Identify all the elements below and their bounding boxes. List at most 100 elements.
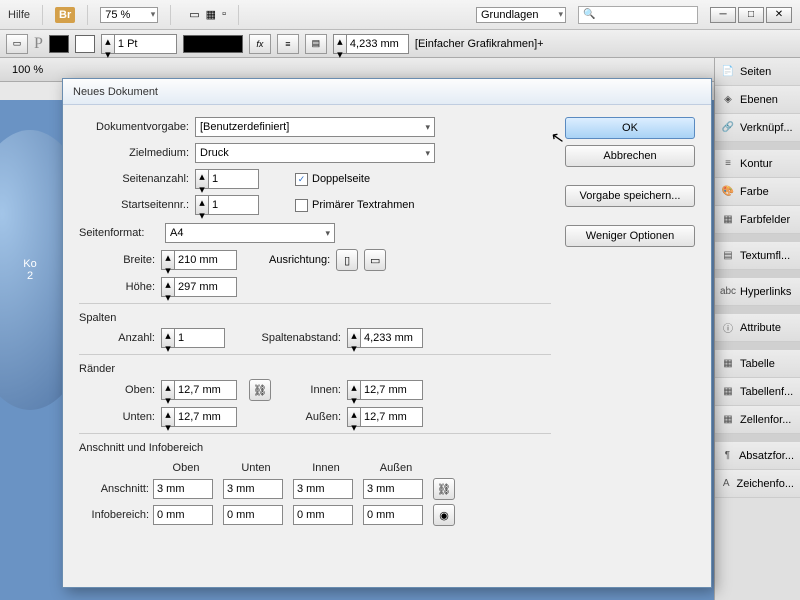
link-margins-icon[interactable]: ⛓: [249, 379, 271, 401]
preset-label: Dokumentvorgabe:: [79, 121, 189, 133]
pagesize-dropdown[interactable]: A4: [165, 223, 335, 243]
panel-label: Zeichenfo...: [737, 478, 794, 490]
panel-icon: 🎨: [721, 185, 735, 199]
panel-label: Ebenen: [740, 94, 778, 106]
panel-hyperlinks[interactable]: abcHyperlinks: [715, 278, 800, 306]
orientation-label: Ausrichtung:: [269, 254, 330, 266]
panel-farbfelder[interactable]: ▦Farbfelder: [715, 206, 800, 234]
panel-icon: ⓘ: [721, 321, 735, 335]
margins-header: Ränder: [79, 363, 551, 375]
gutter-label: Spaltenabstand:: [251, 332, 341, 344]
col-bot: Unten: [223, 462, 289, 474]
selection-icon[interactable]: ▭: [6, 34, 28, 54]
panel-icon: 📄: [721, 65, 735, 79]
width-label: Breite:: [97, 254, 155, 266]
bleed-bot[interactable]: [223, 479, 283, 499]
fill-swatch[interactable]: [49, 35, 69, 53]
ok-button[interactable]: OK: [565, 117, 695, 139]
help-menu[interactable]: Hilfe: [8, 9, 30, 21]
m-top-field[interactable]: ▴▾: [161, 380, 237, 400]
stroke-style[interactable]: [183, 35, 243, 53]
bleed-in[interactable]: [293, 479, 353, 499]
panel-textumfl[interactable]: ▤Textumfl...: [715, 242, 800, 270]
link-slug-icon[interactable]: ◉: [433, 504, 455, 526]
intent-dropdown[interactable]: Druck: [195, 143, 435, 163]
panel-kontur[interactable]: ≡Kontur: [715, 150, 800, 178]
panel-attribute[interactable]: ⓘ Attribute: [715, 314, 800, 342]
panel-icon: ▦: [721, 413, 735, 427]
m-out-field[interactable]: ▴▾: [347, 407, 423, 427]
save-preset-button[interactable]: Vorgabe speichern...: [565, 185, 695, 207]
measure-field[interactable]: ▴▾: [333, 34, 409, 54]
col-out: Außen: [363, 462, 429, 474]
bridge-button[interactable]: Br: [55, 7, 75, 23]
height-field[interactable]: ▴▾: [161, 277, 237, 297]
bleed-out[interactable]: [363, 479, 423, 499]
preset-dropdown[interactable]: [Benutzerdefiniert]: [195, 117, 435, 137]
cancel-button[interactable]: Abbrechen: [565, 145, 695, 167]
panel-farbe[interactable]: 🎨 Farbe: [715, 178, 800, 206]
bleed-label: Anschnitt:: [83, 478, 149, 500]
panel-icon: ▦: [721, 385, 735, 399]
panel-verknpf[interactable]: 🔗Verknüpf...: [715, 114, 800, 142]
panel-icon: A: [721, 477, 732, 491]
panel-icon: ▤: [721, 249, 735, 263]
link-bleed-icon[interactable]: ⛓: [433, 478, 455, 500]
pagesize-label: Seitenformat:: [79, 227, 159, 239]
screen-icon[interactable]: ▦: [206, 8, 216, 21]
fewer-options-button[interactable]: Weniger Optionen: [565, 225, 695, 247]
workspace-dropdown[interactable]: Grundlagen: [476, 7, 566, 23]
panel-tabellenf[interactable]: ▦Tabellenf...: [715, 378, 800, 406]
stroke-weight[interactable]: ▴▾: [101, 34, 177, 54]
cols-n-field[interactable]: ▴▾: [161, 328, 225, 348]
panel-tabelle[interactable]: ▦Tabelle: [715, 350, 800, 378]
view-icon[interactable]: ▭: [189, 8, 199, 21]
m-top-label: Oben:: [97, 384, 155, 396]
slug-label: Infobereich:: [83, 504, 149, 526]
m-bot-field[interactable]: ▴▾: [161, 407, 237, 427]
primary-checkbox[interactable]: Primärer Textrahmen: [295, 199, 415, 212]
pct-dropdown[interactable]: 100 %: [12, 64, 70, 76]
start-field[interactable]: ▴▾: [195, 195, 259, 215]
close-button[interactable]: ✕: [766, 7, 792, 23]
menubar: Hilfe Br 75 % ▭ ▦ ▫ Grundlagen ─ □ ✕: [0, 0, 800, 30]
slug-out[interactable]: [363, 505, 423, 525]
m-out-label: Außen:: [283, 411, 341, 423]
wrap2-icon[interactable]: ▤: [305, 34, 327, 54]
slug-in[interactable]: [293, 505, 353, 525]
slug-bot[interactable]: [223, 505, 283, 525]
fx-icon[interactable]: fx: [249, 34, 271, 54]
panel-icon: ◈: [721, 93, 735, 107]
maximize-button[interactable]: □: [738, 7, 764, 23]
panel-ebenen[interactable]: ◈ Ebenen: [715, 86, 800, 114]
m-bot-label: Unten:: [97, 411, 155, 423]
panel-label: Farbe: [740, 186, 769, 198]
slug-top[interactable]: [153, 505, 213, 525]
portrait-icon[interactable]: ▯: [336, 249, 358, 271]
frame-style-dropdown[interactable]: [Einfacher Grafikrahmen]+: [415, 38, 575, 50]
arrange-icon[interactable]: ▫: [222, 8, 226, 21]
panel-icon: ≡: [721, 157, 735, 171]
wrap-icon[interactable]: ≡: [277, 34, 299, 54]
panel-absatzfor[interactable]: ¶Absatzfor...: [715, 442, 800, 470]
pages-field[interactable]: ▴▾: [195, 169, 259, 189]
panel-label: Zellenfor...: [740, 414, 791, 426]
facing-checkbox[interactable]: ✓Doppelseite: [295, 173, 370, 186]
panel-zellenfor[interactable]: ▦ Zellenfor...: [715, 406, 800, 434]
panel-icon: ¶: [721, 449, 734, 463]
panel-label: Tabelle: [740, 358, 775, 370]
panel-zeichenfo[interactable]: A Zeichenfo...: [715, 470, 800, 498]
landscape-icon[interactable]: ▭: [364, 249, 386, 271]
panel-label: Attribute: [740, 322, 781, 334]
bleed-header: Anschnitt und Infobereich: [79, 442, 551, 454]
zoom-dropdown[interactable]: 75 %: [100, 7, 158, 23]
gutter-field[interactable]: ▴▾: [347, 328, 423, 348]
bleed-top[interactable]: [153, 479, 213, 499]
panel-seiten[interactable]: 📄Seiten: [715, 58, 800, 86]
stroke-swatch[interactable]: [75, 35, 95, 53]
m-in-field[interactable]: ▴▾: [347, 380, 423, 400]
width-field[interactable]: ▴▾: [161, 250, 237, 270]
search-input[interactable]: [578, 6, 698, 24]
col-top: Oben: [153, 462, 219, 474]
minimize-button[interactable]: ─: [710, 7, 736, 23]
